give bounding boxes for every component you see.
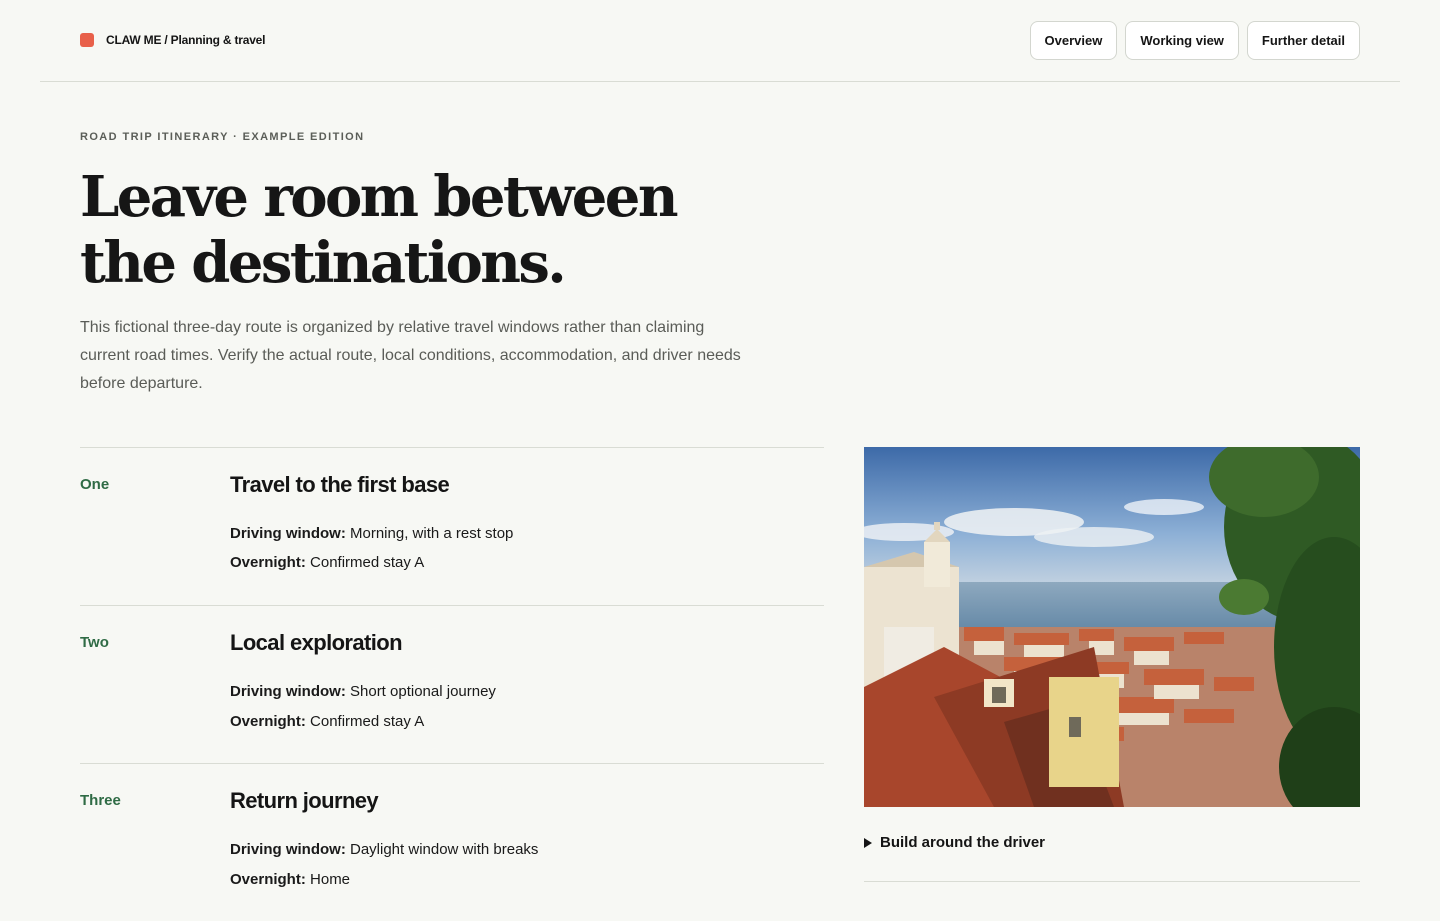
driving-window-value: Daylight window with breaks [350, 841, 539, 858]
driving-window: Driving window: Morning, with a rest sto… [230, 525, 513, 542]
driving-window-value: Morning, with a rest stop [350, 525, 514, 542]
driving-window-value: Short optional journey [350, 683, 496, 700]
build-around-driver-disclosure[interactable]: Build around the driver [864, 834, 1045, 851]
itinerary-day: Three Return journey Driving window: Day… [80, 763, 824, 921]
intro-paragraph: This fictional three-day route is organi… [80, 319, 741, 392]
day-number: Three [80, 792, 121, 809]
brand-logo-icon [80, 33, 94, 47]
driving-window-label: Driving window: [230, 525, 346, 542]
day-title: Local exploration [230, 630, 403, 655]
page-title: Leave room between the destinations. [80, 164, 780, 296]
brand-text: CLAW ME / Planning & travel [106, 33, 266, 47]
day-title: Travel to the first base [230, 472, 450, 497]
driving-window-label: Driving window: [230, 683, 346, 700]
city-photo [864, 447, 1360, 807]
driving-window: Driving window: Daylight window with bre… [230, 841, 538, 858]
overnight: Overnight: Confirmed stay A [230, 713, 424, 730]
driving-window: Driving window: Short optional journey [230, 683, 496, 700]
overnight: Overnight: Home [230, 871, 350, 888]
page-title-line-1: Leave room between [80, 164, 679, 230]
overnight-value: Confirmed stay A [310, 554, 425, 571]
itinerary-list: One Travel to the first base Driving win… [80, 447, 824, 921]
overnight-label: Overnight: [230, 713, 306, 730]
divider [864, 881, 1360, 882]
day-title: Return journey [230, 788, 379, 813]
overnight-label: Overnight: [230, 554, 306, 571]
overnight-label: Overnight: [230, 871, 306, 888]
nav-overview-button[interactable]: Overview [1029, 21, 1118, 60]
day-number: Two [80, 634, 109, 651]
overnight-value: Home [310, 871, 351, 888]
page-title-line-2: the destinations. [80, 230, 567, 296]
nav-further-detail-button[interactable]: Further detail [1246, 21, 1360, 60]
itinerary-day: Two Local exploration Driving window: Sh… [80, 605, 824, 763]
disclosure-triangle-icon [864, 837, 872, 848]
driving-window-label: Driving window: [230, 841, 346, 858]
itinerary-day: One Travel to the first base Driving win… [80, 447, 824, 605]
top-bar: CLAW ME / Planning & travel Overview Wor… [40, 0, 1400, 82]
brand[interactable]: CLAW ME / Planning & travel [80, 33, 265, 47]
eyebrow-label: ROAD TRIP ITINERARY · EXAMPLE EDITION [80, 131, 365, 143]
nav-working-view-button[interactable]: Working view [1125, 21, 1239, 60]
top-nav: Overview Working view Further detail [1029, 21, 1360, 60]
overnight: Overnight: Confirmed stay A [230, 554, 424, 571]
day-number: One [80, 476, 110, 493]
disclosure-label: Build around the driver [880, 834, 1046, 851]
overnight-value: Confirmed stay A [310, 713, 425, 730]
